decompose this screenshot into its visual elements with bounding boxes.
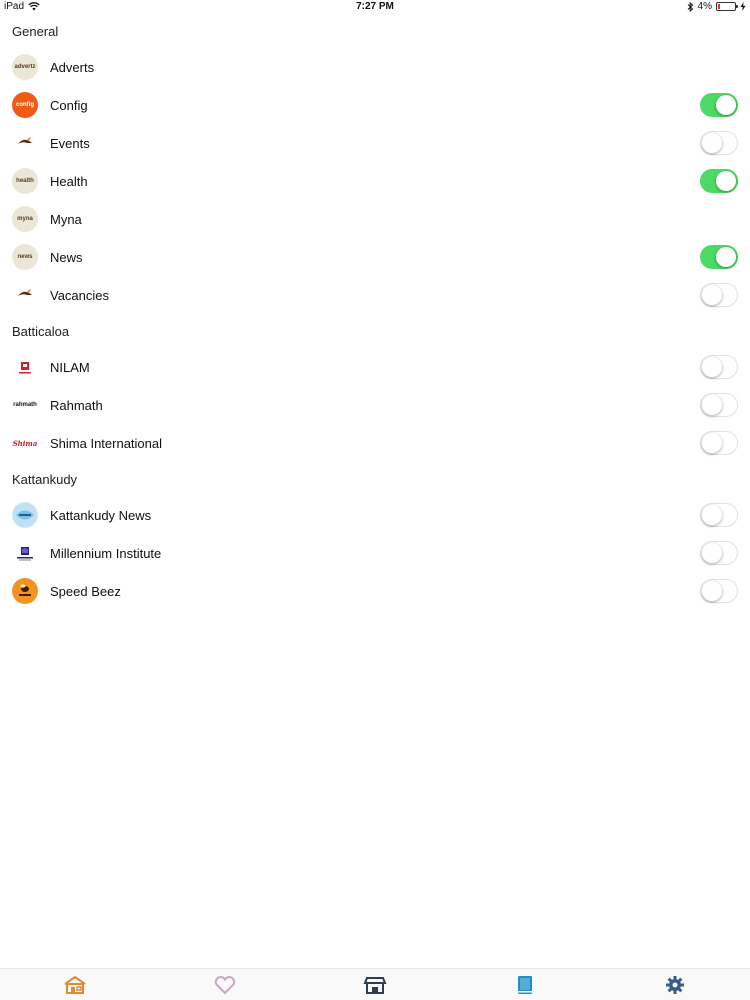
nilam-mark-icon xyxy=(19,362,31,374)
tab-settings[interactable] xyxy=(655,971,695,999)
list-item: Kattankudy News xyxy=(0,496,750,534)
speed-beez-icon xyxy=(12,578,38,604)
bee-icon xyxy=(19,584,31,596)
tab-home[interactable] xyxy=(55,971,95,999)
item-label: Millennium Institute xyxy=(50,545,162,561)
list-item: Shima Shima International xyxy=(0,424,750,462)
list-item: Millennium Institute xyxy=(0,534,750,572)
kattankudy-news-icon xyxy=(12,502,38,528)
item-label: Events xyxy=(50,135,90,151)
item-label: Health xyxy=(50,173,88,189)
health-logo-icon: health xyxy=(12,168,38,194)
list-item: Vacancies xyxy=(0,276,750,314)
millennium-institute-switch[interactable] xyxy=(700,541,738,565)
section-header-kattankudy: Kattankudy xyxy=(12,471,78,487)
bluetooth-icon xyxy=(687,1,693,12)
switch-knob xyxy=(716,95,736,115)
news-logo-icon: news xyxy=(12,244,38,270)
list-item: myna Myna xyxy=(0,200,750,238)
kattankudy-news-switch[interactable] xyxy=(700,503,738,527)
list-item: Speed Beez xyxy=(0,572,750,610)
switch-knob xyxy=(702,133,722,153)
advertz-logo-icon: advertz xyxy=(12,54,38,80)
institute-crest-icon xyxy=(17,547,33,561)
item-label: NILAM xyxy=(50,359,90,375)
switch-knob xyxy=(702,505,722,525)
book-icon xyxy=(518,975,532,994)
shima-international-switch[interactable] xyxy=(700,431,738,455)
nilam-logo-icon xyxy=(12,354,38,380)
item-label: Kattankudy News xyxy=(50,507,152,523)
item-label: Rahmath xyxy=(50,397,103,413)
list-item: news News xyxy=(0,238,750,276)
bird-icon xyxy=(18,289,32,296)
config-logo-icon: config xyxy=(12,92,38,118)
list-item: NILAM xyxy=(0,348,750,386)
item-label: Vacancies xyxy=(50,287,110,303)
battery-icon xyxy=(716,2,738,11)
health-switch[interactable] xyxy=(700,169,738,193)
vacancies-switch[interactable] xyxy=(700,283,738,307)
tab-bar xyxy=(0,968,750,1000)
battery-percent: 4% xyxy=(697,1,712,12)
list-item: config Config xyxy=(0,86,750,124)
section-header-general: General xyxy=(12,23,59,39)
item-label: News xyxy=(50,249,83,265)
events-switch[interactable] xyxy=(700,131,738,155)
myna-logo-icon xyxy=(12,282,38,308)
switch-knob xyxy=(716,171,736,191)
tab-store[interactable] xyxy=(355,971,395,999)
nilam-switch[interactable] xyxy=(700,355,738,379)
switch-knob xyxy=(702,543,722,563)
myna-logo-icon xyxy=(12,130,38,156)
news-switch[interactable] xyxy=(700,245,738,269)
switch-knob xyxy=(702,285,722,305)
bird-icon xyxy=(18,137,32,144)
status-bar: iPad 7:27 PM 4% xyxy=(0,0,750,14)
switch-knob xyxy=(702,357,722,377)
switch-knob xyxy=(716,247,736,267)
tab-library[interactable] xyxy=(505,971,545,999)
store-icon xyxy=(363,976,387,994)
globe-icon xyxy=(13,503,37,527)
item-label: Shima International xyxy=(50,435,163,451)
switch-knob xyxy=(702,433,722,453)
tab-favorites[interactable] xyxy=(205,971,245,999)
item-label: Adverts xyxy=(50,59,95,75)
home-icon xyxy=(64,975,86,994)
clock: 7:27 PM xyxy=(356,1,394,12)
myna-logo-icon: myna xyxy=(12,206,38,232)
item-label: Speed Beez xyxy=(50,583,121,599)
list-item: advertz Adverts xyxy=(0,48,750,86)
gear-icon xyxy=(666,975,684,994)
switch-knob xyxy=(702,581,722,601)
charging-icon xyxy=(740,2,746,11)
settings-list: General advertz Adverts config Config Ev… xyxy=(0,14,750,610)
list-item: Events xyxy=(0,124,750,162)
millennium-institute-icon xyxy=(12,540,38,566)
list-item: health Health xyxy=(0,162,750,200)
item-label: Config xyxy=(50,97,88,113)
section-header-batticaloa: Batticaloa xyxy=(12,323,70,339)
item-label: Myna xyxy=(50,211,82,227)
speed-beez-switch[interactable] xyxy=(700,579,738,603)
list-item: rahmath Rahmath xyxy=(0,386,750,424)
shima-logo-icon: Shima xyxy=(12,430,38,456)
rahmath-logo-icon: rahmath xyxy=(12,392,38,418)
rahmath-switch[interactable] xyxy=(700,393,738,417)
switch-knob xyxy=(702,395,722,415)
heart-icon xyxy=(214,975,236,994)
config-switch[interactable] xyxy=(700,93,738,117)
